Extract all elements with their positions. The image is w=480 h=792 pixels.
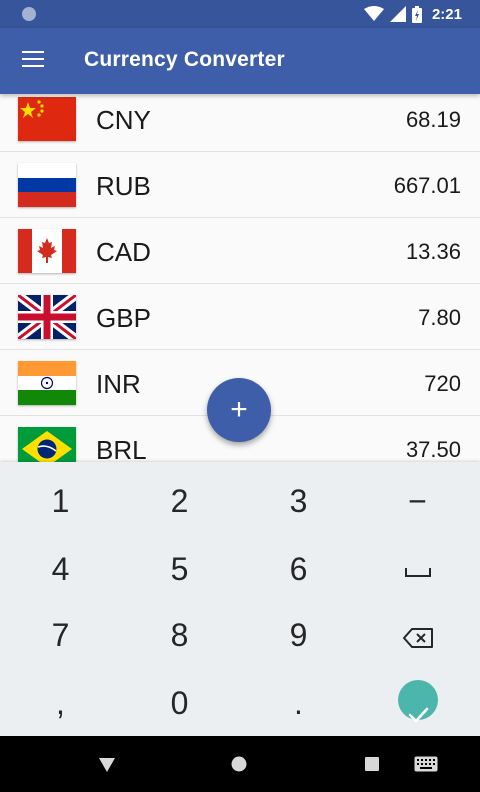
key-3[interactable]: 3 [239, 468, 358, 534]
key-done[interactable] [358, 664, 477, 730]
notification-icon [22, 7, 36, 21]
key-space[interactable] [358, 536, 477, 602]
key-comma[interactable]: , [1, 670, 120, 736]
currency-amount[interactable]: 37.50 [406, 437, 461, 462]
home-icon[interactable] [231, 756, 247, 772]
currency-amount[interactable]: 68.19 [406, 107, 461, 133]
signal-icon [389, 6, 406, 22]
key-1[interactable]: 1 [1, 468, 120, 534]
app-title: Currency Converter [84, 48, 285, 71]
backspace-icon [402, 627, 433, 648]
status-icons: 2:21 [363, 4, 462, 24]
key-0[interactable]: 0 [120, 670, 239, 736]
add-currency-button[interactable]: + [207, 378, 271, 442]
china-flag-icon [18, 97, 76, 141]
check-icon [397, 679, 438, 723]
currency-row-rub[interactable]: RUB 667.01 [0, 152, 480, 218]
currency-amount[interactable]: 720 [424, 371, 461, 397]
currency-amount[interactable]: 667.01 [394, 173, 461, 199]
currency-code: INR [96, 369, 141, 399]
menu-icon[interactable] [22, 51, 44, 69]
key-2[interactable]: 2 [120, 468, 239, 534]
wifi-icon [363, 6, 384, 21]
key-6[interactable]: 6 [239, 536, 358, 602]
key-backspace[interactable] [358, 602, 477, 668]
india-flag-icon [18, 361, 76, 405]
currency-code: GBP [96, 303, 151, 333]
currency-code: RUB [96, 171, 151, 201]
key-9[interactable]: 9 [239, 602, 358, 668]
status-time: 2:21 [431, 5, 462, 23]
key-4[interactable]: 4 [1, 536, 120, 602]
key-7[interactable]: 7 [1, 602, 120, 668]
currency-row-cny[interactable]: CNY 68.19 [0, 94, 480, 152]
space-icon [404, 567, 431, 577]
app-bar: Currency Converter [0, 28, 480, 94]
numeric-keypad: 1 2 3 − 4 5 6 7 8 9 , 0 . [0, 462, 480, 736]
brazil-flag-icon [18, 427, 76, 462]
key-5[interactable]: 5 [120, 536, 239, 602]
uk-flag-icon [18, 295, 76, 339]
keyboard-icon[interactable] [414, 756, 438, 772]
recents-icon[interactable] [365, 757, 379, 771]
navigation-bar [0, 736, 480, 792]
currency-row-gbp[interactable]: GBP 7.80 [0, 284, 480, 350]
currency-code: CNY [96, 105, 151, 135]
status-bar: 2:21 [0, 0, 480, 28]
key-minus[interactable]: − [358, 468, 477, 534]
key-8[interactable]: 8 [120, 602, 239, 668]
currency-amount[interactable]: 13.36 [406, 239, 461, 265]
canada-flag-icon [18, 229, 76, 273]
currency-amount[interactable]: 7.80 [418, 305, 461, 331]
russia-flag-icon [18, 163, 76, 207]
currency-code: CAD [96, 237, 151, 267]
battery-icon [411, 5, 422, 23]
currency-code: BRL [96, 435, 147, 462]
currency-row-cad[interactable]: CAD 13.36 [0, 218, 480, 284]
key-dot[interactable]: . [239, 670, 358, 736]
back-icon[interactable] [98, 757, 116, 773]
